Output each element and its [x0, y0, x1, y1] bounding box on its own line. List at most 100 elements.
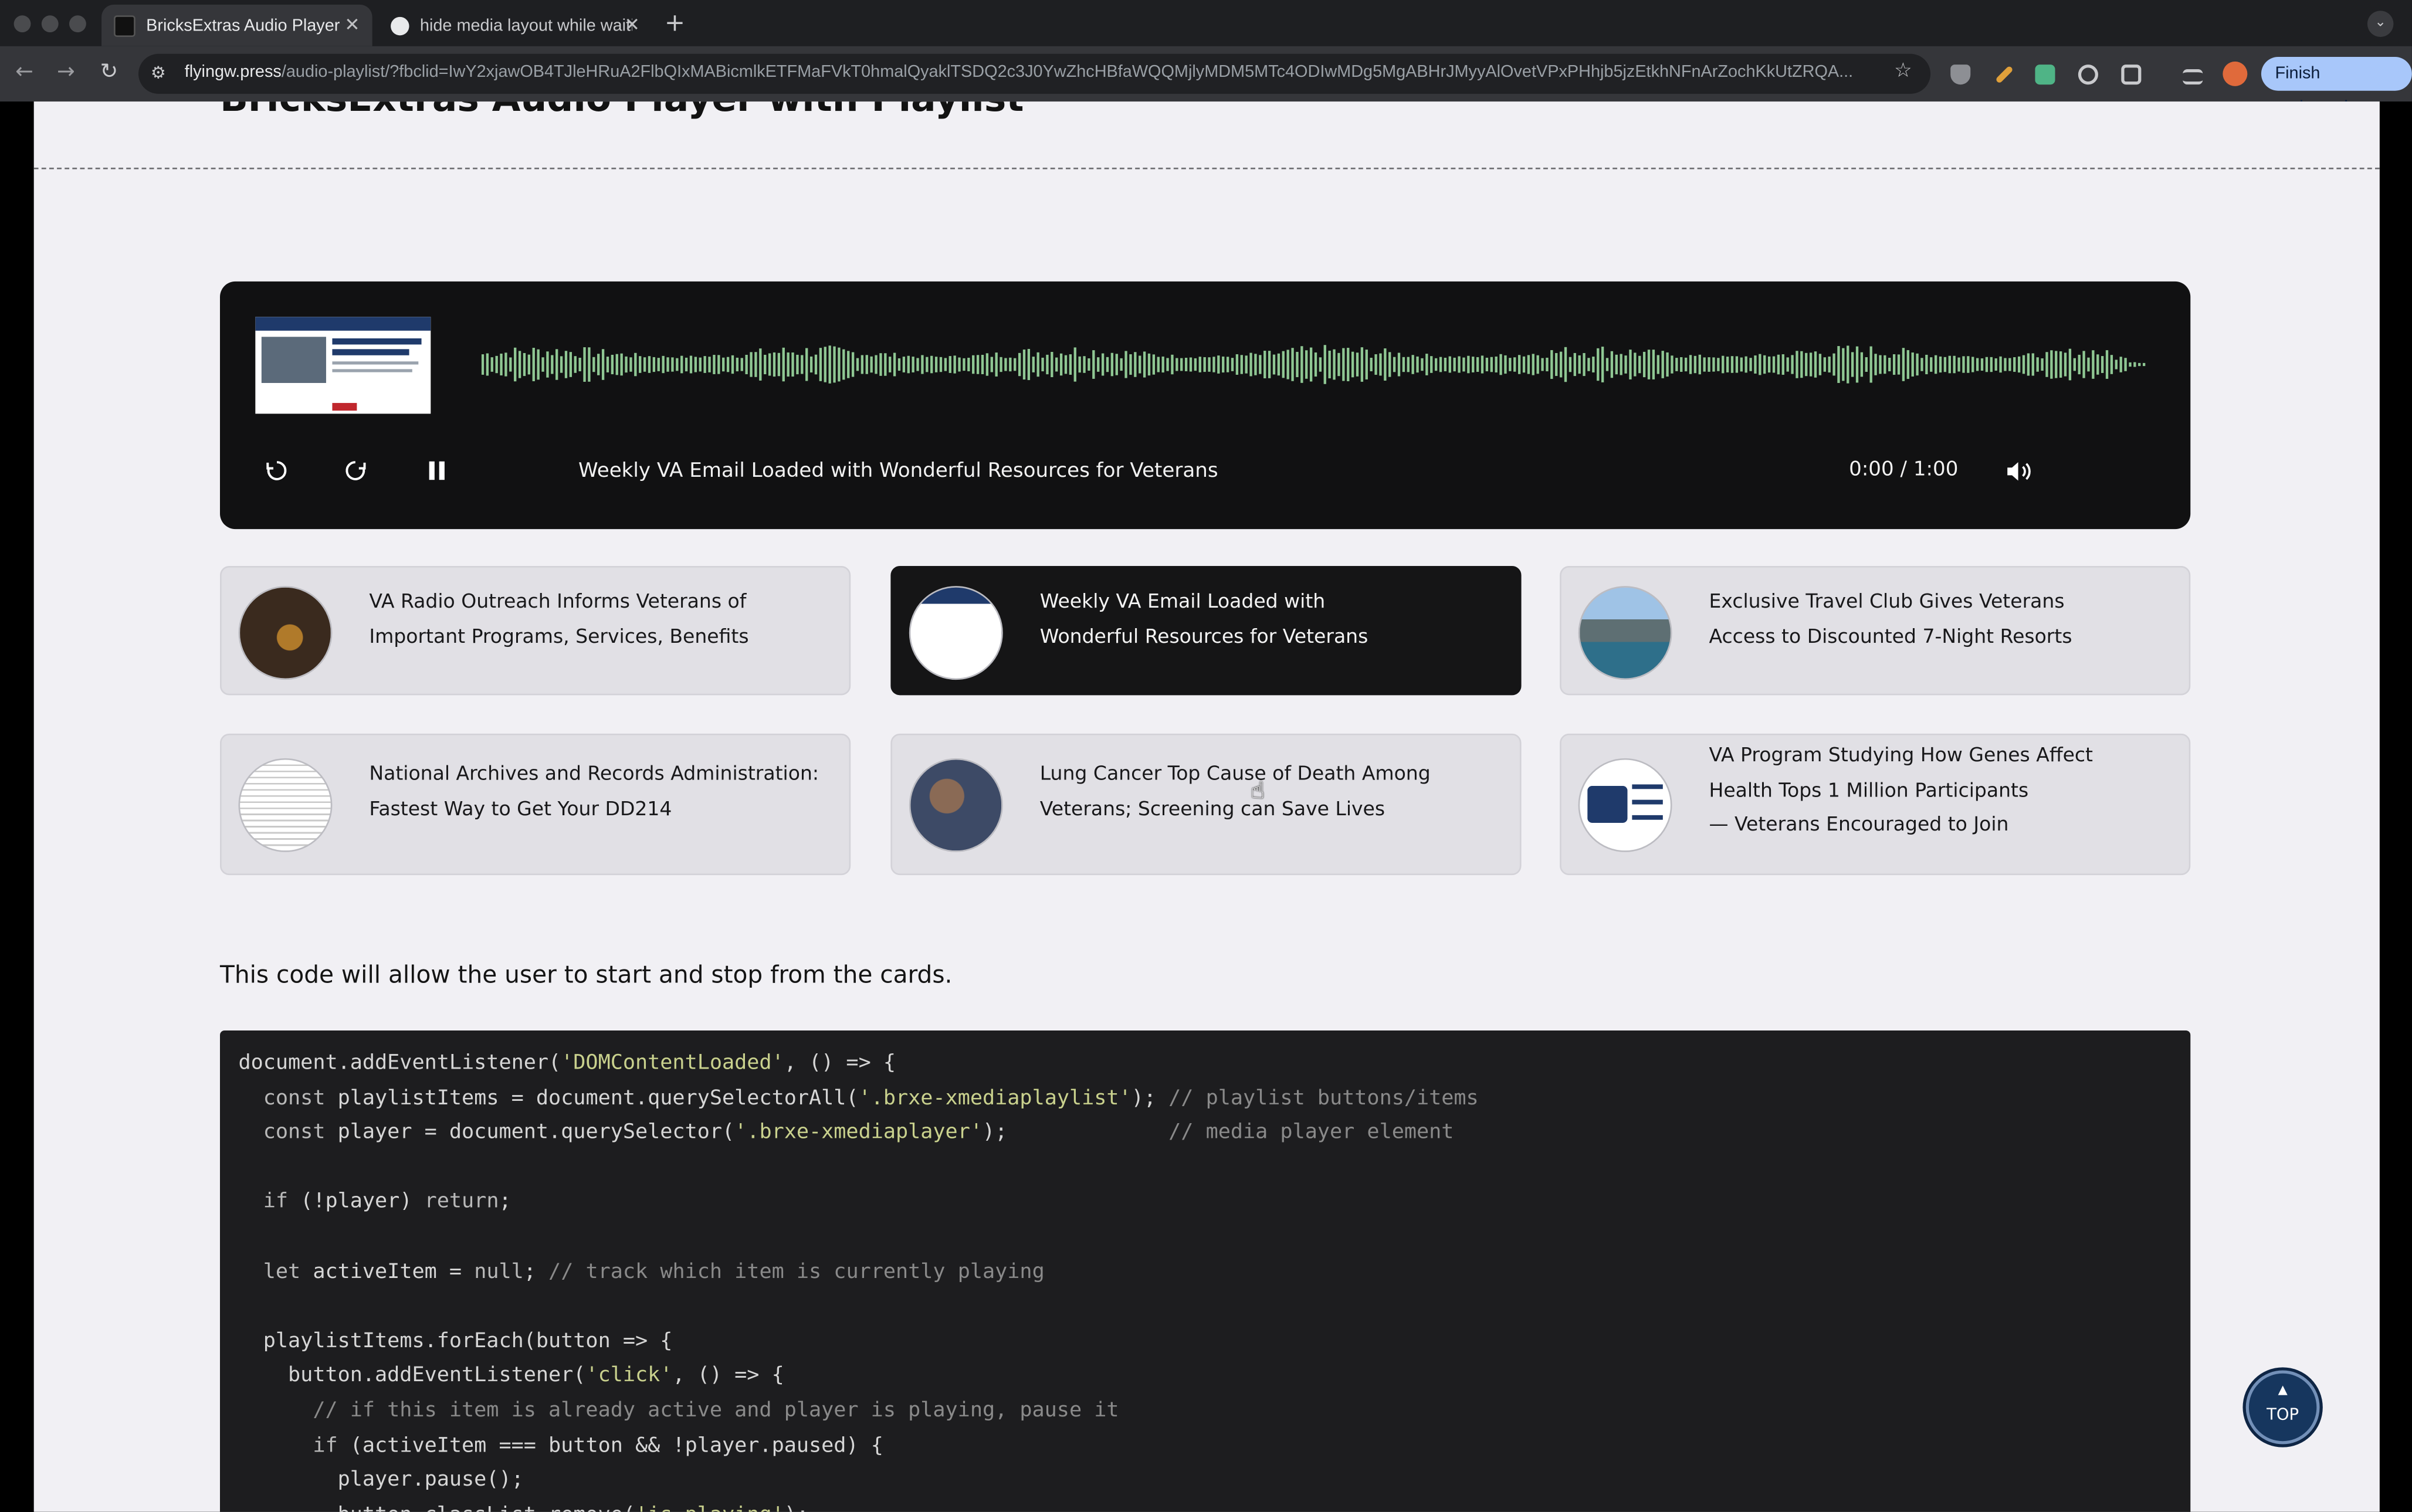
browser-toolbar: ← → ↻ ⚙ flyingw.press/audio-playlist/?fb…	[0, 46, 2412, 117]
waveform-bar	[745, 354, 748, 375]
waveform-bar	[926, 357, 929, 372]
new-tab-button[interactable]: +	[665, 8, 685, 37]
waveform-bar	[509, 357, 512, 372]
waveform-bar	[851, 352, 855, 377]
playlist-card-active[interactable]: Weekly VA Email Loaded with Wonderful Re…	[890, 566, 1522, 696]
playlist-card[interactable]: Lung Cancer Top Cause of Death Among Vet…	[890, 733, 1522, 876]
waveform-bar	[1772, 356, 1776, 373]
waveform-bar	[1374, 354, 1377, 375]
tab-title: hide media layout while waiti	[419, 16, 632, 35]
waveform-bar	[930, 355, 933, 374]
waveform-bar	[1476, 357, 1479, 372]
green-extension-icon[interactable]	[2035, 65, 2055, 85]
tab-close-icon[interactable]: ✕	[625, 14, 640, 36]
site-settings-icon[interactable]: ⚙	[151, 63, 166, 83]
waveform-bar	[2078, 354, 2081, 375]
waveform-bar	[1980, 358, 1984, 371]
waveform-bar	[1490, 357, 1493, 372]
time-display: 0:00 / 1:00	[1849, 458, 1959, 482]
waveform-bar	[1587, 358, 1590, 371]
waveform-bar	[1055, 357, 1058, 372]
playlist-card[interactable]: National Archives and Records Administra…	[220, 733, 851, 876]
waveform-bar	[1620, 354, 1622, 375]
profile-avatar[interactable]	[2223, 61, 2248, 86]
audio-waveform[interactable]	[481, 337, 2147, 392]
waveform-bar	[1615, 354, 1618, 375]
waveform-bar	[2087, 357, 2090, 372]
waveform-bar	[1014, 358, 1017, 371]
waveform-bar	[1143, 351, 1146, 378]
playlist-card[interactable]: VA Radio Outreach Informs Veterans of Im…	[220, 566, 851, 696]
waveform-bar	[1161, 356, 1164, 373]
waveform-bar	[990, 357, 993, 372]
waveform-bar	[1522, 356, 1526, 373]
back-button[interactable]: ←	[15, 60, 33, 84]
waveform-bar	[1504, 355, 1507, 374]
waveform-bar	[754, 352, 757, 377]
finish-update-button[interactable]: Finish update⋮	[2261, 57, 2412, 117]
tab-bricksextras-audio-player[interactable]: BricksExtras Audio Player ✕	[101, 4, 372, 46]
waveform-bar	[1495, 356, 1498, 373]
chevron-up-icon: ▲	[2278, 1382, 2288, 1397]
playlist-card[interactable]: VA Program Studying How Genes Affect Hea…	[1560, 733, 2191, 876]
tab-github-issue[interactable]: hide media layout while waiti ✕	[378, 5, 652, 46]
media-controls-icon[interactable]	[2183, 69, 2203, 85]
now-playing-title: Weekly VA Email Loaded with Wonderful Re…	[578, 460, 1218, 483]
waveform-bar	[1194, 358, 1197, 371]
waveform-bar	[1416, 356, 1419, 373]
volume-icon[interactable]	[2006, 460, 2032, 489]
playlist-card[interactable]: Exclusive Travel Club Gives Veterans Acc…	[1560, 566, 2191, 696]
rewind-icon[interactable]	[265, 458, 289, 489]
waveform-bar	[1851, 352, 1854, 377]
waveform-bar	[1411, 355, 1414, 374]
fast-forward-icon[interactable]	[343, 458, 368, 489]
waveform-bar	[1217, 355, 1220, 374]
waveform-bar	[1328, 350, 1331, 379]
puzzle-extensions-icon[interactable]	[2121, 65, 2142, 85]
waveform-bar	[1393, 357, 1396, 372]
waveform-bar	[1865, 357, 1868, 372]
waveform-bar	[1198, 357, 1201, 372]
window-minimize-icon[interactable]	[41, 15, 59, 33]
waveform-bar	[1485, 357, 1489, 372]
waveform-bar	[2031, 353, 2034, 376]
waveform-bar	[1578, 355, 1581, 374]
card-title-line: Weekly VA Email Loaded with	[1039, 589, 1326, 612]
window-close-icon[interactable]	[13, 15, 31, 33]
bookmark-star-icon[interactable]: ☆	[1894, 60, 1912, 83]
forward-button[interactable]: →	[57, 60, 75, 84]
waveform-bar	[1605, 358, 1609, 371]
record-extension-icon[interactable]	[2078, 65, 2098, 85]
waveform-bar	[578, 357, 581, 372]
tab-search-button[interactable]: ⌄	[2367, 11, 2394, 37]
reload-button[interactable]: ↻	[100, 60, 118, 84]
waveform-bar	[1139, 355, 1141, 374]
waveform-bar	[1763, 355, 1766, 374]
waveform-bar	[1300, 346, 1303, 383]
waveform-bar	[768, 353, 771, 376]
waveform-bar	[1656, 355, 1659, 374]
pause-icon[interactable]	[426, 458, 448, 489]
waveform-bar	[1994, 358, 1997, 371]
window-zoom-icon[interactable]	[69, 15, 86, 33]
waveform-bar	[1439, 357, 1442, 372]
waveform-bar	[1967, 356, 1970, 373]
waveform-bar	[1971, 357, 1974, 372]
waveform-bar	[1722, 355, 1725, 374]
waveform-bar	[1370, 357, 1373, 372]
shield-extension-icon[interactable]	[1950, 65, 1971, 85]
waveform-bar	[1360, 347, 1364, 382]
waveform-bar	[583, 347, 586, 382]
waveform-bar	[1597, 348, 1600, 381]
waveform-bar	[1855, 346, 1859, 383]
waveform-bar	[1263, 350, 1266, 379]
card-title-line: Access to Discounted 7-Night Resorts	[1709, 623, 2072, 647]
waveform-bar	[1962, 356, 1965, 373]
address-bar[interactable]: ⚙ flyingw.press/audio-playlist/?fbclid=I…	[138, 53, 1931, 94]
waveform-bar	[2013, 357, 2016, 372]
waveform-bar	[1509, 358, 1512, 371]
waveform-bar	[1041, 357, 1044, 372]
back-to-top-button[interactable]: ▲ TOP	[2245, 1370, 2320, 1445]
pen-extension-icon[interactable]	[1995, 65, 2014, 84]
tab-close-icon[interactable]: ✕	[344, 14, 360, 36]
